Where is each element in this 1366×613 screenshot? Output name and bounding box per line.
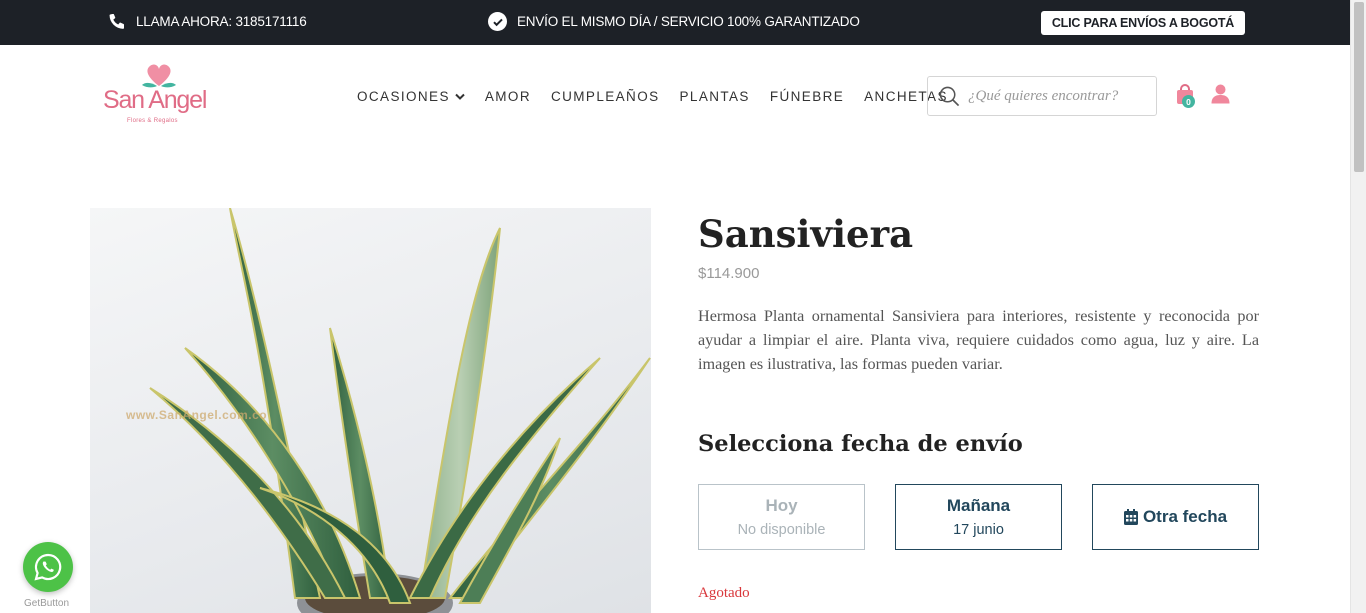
- cart-count-badge: 0: [1182, 95, 1195, 108]
- phone-icon: [109, 14, 124, 29]
- whatsapp-button[interactable]: [23, 542, 73, 592]
- product-image[interactable]: www.SanAngel.com.co: [90, 208, 651, 613]
- nav-item-cumpleanos[interactable]: CUMPLEAÑOS: [551, 89, 660, 104]
- bogota-shipping-button[interactable]: CLIC PARA ENVÍOS A BOGOTÁ: [1041, 11, 1245, 35]
- product-description: Hermosa Planta ornamental Sansiviera par…: [698, 307, 1259, 373]
- date-option-tomorrow[interactable]: Mañana 17 junio: [895, 484, 1062, 550]
- check-circle-icon: [488, 12, 507, 31]
- search-icon[interactable]: [939, 86, 960, 107]
- date-option-label: Mañana: [946, 496, 1011, 515]
- date-option-other[interactable]: Otra fecha: [1092, 484, 1259, 550]
- date-option-label: Hoy: [765, 496, 798, 515]
- nav-item-plantas[interactable]: PLANTAS: [680, 89, 750, 104]
- nav-item-funebre[interactable]: FÚNEBRE: [770, 89, 844, 104]
- date-option-sub: No disponible: [737, 522, 826, 538]
- search-input[interactable]: [968, 87, 1148, 105]
- page-scrollbar[interactable]: [1350, 0, 1366, 613]
- date-option-sub: 17 junio: [953, 522, 1004, 538]
- image-watermark: www.SanAngel.com.co: [126, 408, 268, 422]
- stock-status: Agotado: [698, 585, 750, 601]
- chevron-down-icon: [455, 93, 465, 100]
- nav-item-amor[interactable]: AMOR: [485, 89, 531, 104]
- call-now-text: LLAMA AHORA: 3185171116: [136, 14, 307, 29]
- user-icon: [1211, 84, 1230, 104]
- nav-item-ocasiones[interactable]: OCASIONES: [357, 89, 465, 104]
- date-option-label: Otra fecha: [1142, 507, 1228, 526]
- promo-text: ENVÍO EL MISMO DÍA / SERVICIO 100% GARAN…: [517, 14, 860, 29]
- shipping-date-heading: Selecciona fecha de envío: [698, 431, 1023, 457]
- getbutton-label: GetButton: [24, 598, 70, 609]
- main-nav: OCASIONES AMOR CUMPLEAÑOS PLANTAS FÚNEBR…: [357, 89, 968, 104]
- search-box[interactable]: [927, 76, 1157, 116]
- site-logo[interactable]: San Angel Flores & Regalos: [103, 62, 213, 130]
- product-price: $114.900: [698, 265, 760, 282]
- logo-name: San Angel: [103, 86, 207, 114]
- call-now[interactable]: LLAMA AHORA: 3185171116: [109, 14, 307, 29]
- nav-item-label: OCASIONES: [357, 89, 450, 104]
- product-title: Sansiviera: [698, 212, 914, 256]
- logo-tagline: Flores & Regalos: [127, 118, 178, 124]
- same-day-promo: ENVÍO EL MISMO DÍA / SERVICIO 100% GARAN…: [488, 12, 860, 31]
- account-button[interactable]: [1211, 84, 1230, 109]
- cart-button[interactable]: 0: [1175, 84, 1197, 110]
- whatsapp-icon: [34, 553, 62, 581]
- date-option-today: Hoy No disponible: [698, 484, 865, 550]
- calendar-icon: [1123, 509, 1138, 525]
- top-bar: LLAMA AHORA: 3185171116 ENVÍO EL MISMO D…: [0, 0, 1350, 45]
- scrollbar-thumb[interactable]: [1354, 2, 1364, 172]
